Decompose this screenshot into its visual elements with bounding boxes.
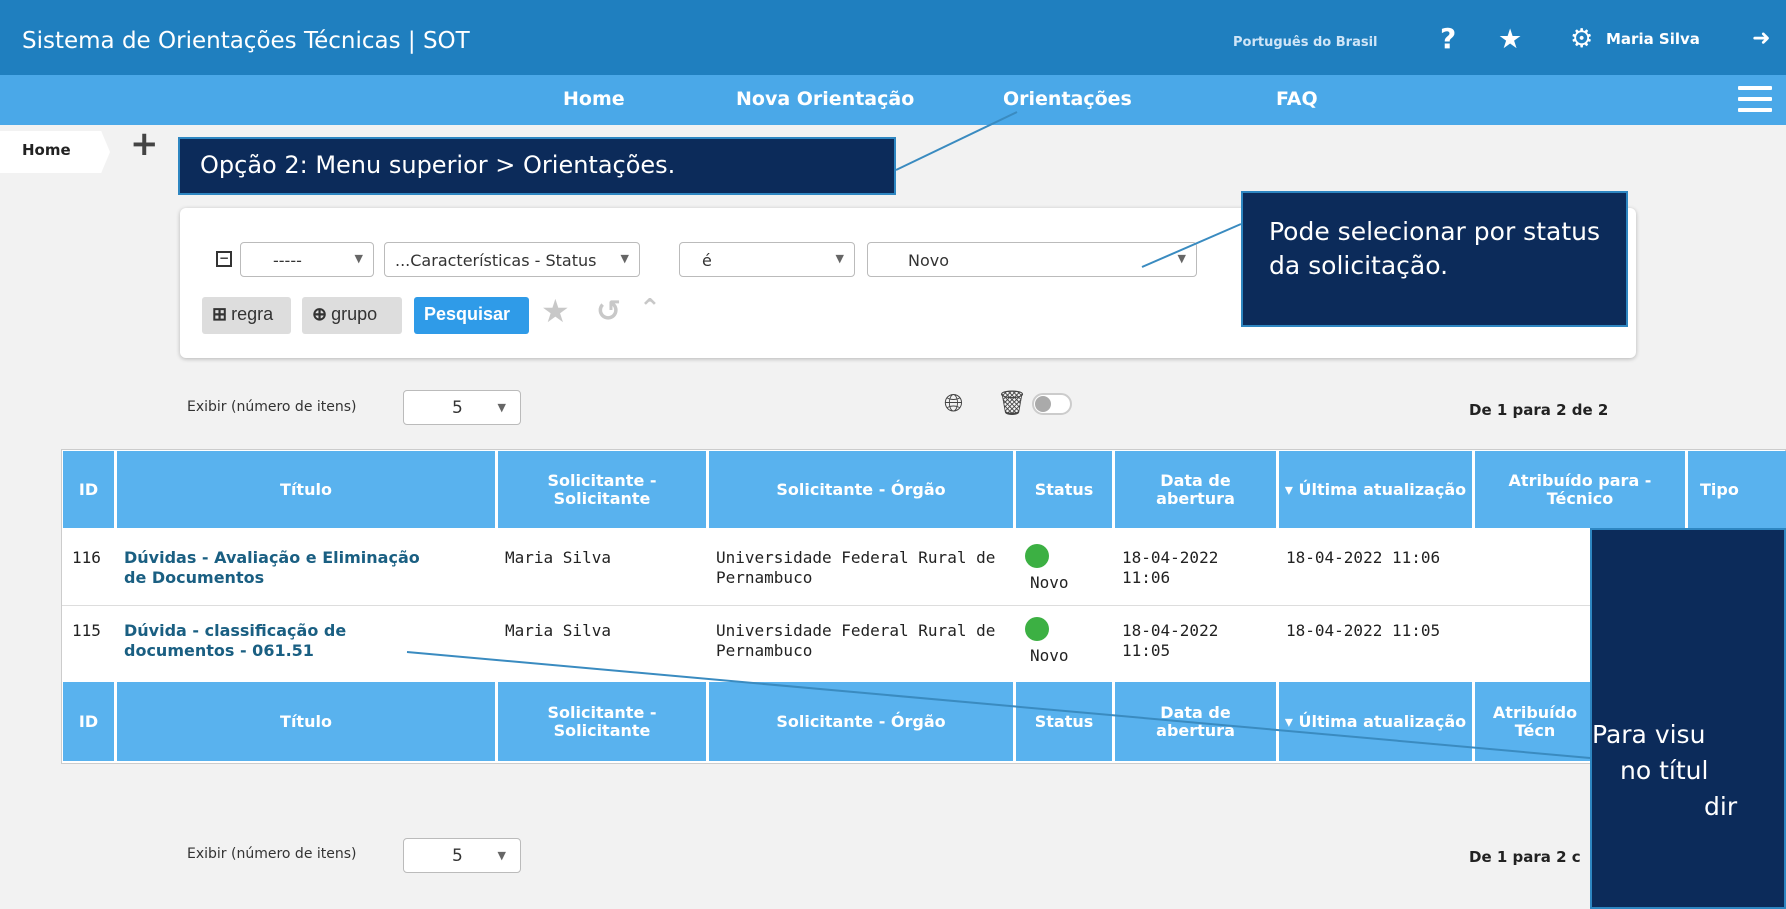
add-rule-button[interactable]: ⊞ regra — [202, 297, 291, 334]
col-footer-title[interactable]: Título — [117, 682, 495, 761]
row-organization-cont: Pernambuco — [716, 641, 813, 660]
col-header-id[interactable]: ID — [63, 451, 114, 528]
row-requester: Maria Silva — [505, 548, 611, 567]
items-per-page-value: 5 — [452, 846, 463, 866]
filter-operator-value: é — [702, 251, 712, 270]
col-footer-opened[interactable]: Data de abertura — [1115, 682, 1276, 761]
favorite-icon[interactable]: ★ — [541, 292, 570, 330]
annotation-line: Para visu — [1592, 720, 1706, 749]
filter-field-value: ...Características - Status — [395, 251, 597, 270]
add-icon[interactable]: + — [130, 124, 159, 164]
status-dot-icon — [1025, 617, 1049, 641]
nav-guidances[interactable]: Orientações — [1003, 88, 1132, 110]
filter-operator-select[interactable]: é ▼ — [679, 242, 855, 277]
row-requester: Maria Silva — [505, 621, 611, 640]
row-status: Novo — [1030, 573, 1069, 592]
row-organization-cont: Pernambuco — [716, 568, 813, 587]
filter-value-text: Novo — [908, 251, 950, 270]
top-bar: Sistema de Orientações Técnicas | SOT Po… — [0, 0, 1786, 75]
col-footer-id[interactable]: ID — [63, 682, 114, 761]
nav-faq[interactable]: FAQ — [1276, 88, 1318, 110]
row-opened-date: 18-04-2022 — [1122, 621, 1219, 640]
plus-square-icon: ⊞ — [212, 304, 228, 324]
plus-circle-icon: ⊕ — [312, 304, 328, 324]
trash-icon[interactable]: 🗑︎ — [997, 389, 1027, 417]
breadcrumb-home[interactable]: Home — [0, 131, 110, 173]
col-header-organization[interactable]: Solicitante - Órgão — [709, 451, 1013, 528]
collapse-icon[interactable]: − — [216, 251, 232, 267]
chevron-down-icon: ▼ — [835, 252, 844, 265]
add-group-button[interactable]: ⊕ grupo — [302, 297, 402, 334]
globe-icon[interactable]: 🌐︎ — [944, 389, 963, 417]
row-opened-date: 18-04-2022 — [1122, 548, 1219, 567]
star-icon[interactable]: ★ — [1498, 24, 1522, 55]
row-title-link-cont[interactable]: de Documentos — [124, 568, 264, 588]
row-title-link[interactable]: Dúvida - classificação de — [124, 621, 346, 641]
nav-bar: Home Nova Orientação Orientações FAQ — [0, 75, 1786, 125]
row-id: 115 — [72, 621, 101, 640]
status-dot-icon — [1025, 544, 1049, 568]
col-footer-updated[interactable]: ▾ Última atualização — [1279, 682, 1472, 761]
reset-icon[interactable]: ↺ — [596, 294, 621, 329]
filter-logic-select[interactable]: ----- ▼ — [240, 242, 374, 277]
chevron-down-icon: ▼ — [354, 252, 363, 265]
annotation-title-click: Para visu no títul dir — [1590, 528, 1786, 909]
row-updated: 18-04-2022 11:06 — [1286, 548, 1441, 567]
filter-logic-value: ----- — [273, 251, 302, 270]
col-header-updated[interactable]: ▾ Última atualização — [1279, 451, 1472, 528]
col-footer-assigned[interactable]: Atribuído Técn — [1475, 682, 1595, 761]
logout-icon[interactable]: ➜ — [1752, 26, 1770, 51]
row-title-link-cont[interactable]: documentos - 061.51 — [124, 641, 314, 661]
annotation-menu-option: Opção 2: Menu superior > Orientações. — [178, 137, 896, 195]
annotation-status-filter: Pode selecionar por status da solicitaçã… — [1241, 191, 1628, 327]
filter-field-select[interactable]: ...Características - Status ▼ — [384, 242, 640, 277]
items-per-page-value: 5 — [452, 398, 463, 418]
annotation-line: dir — [1704, 792, 1738, 821]
filter-value-select[interactable]: Novo ▼ — [867, 242, 1197, 277]
chevron-down-icon: ▼ — [497, 849, 506, 862]
row-organization: Universidade Federal Rural de — [716, 548, 996, 567]
row-title-link[interactable]: Dúvidas - Avaliação e Eliminação — [124, 548, 420, 568]
items-per-page-label: Exibir (número de itens) — [187, 399, 357, 415]
col-header-opened[interactable]: Data de abertura — [1115, 451, 1276, 528]
pagination-info-bottom: De 1 para 2 c — [1469, 848, 1581, 866]
col-footer-status[interactable]: Status — [1016, 682, 1112, 761]
col-header-type[interactable]: Tipo — [1688, 451, 1786, 528]
language-selector[interactable]: Português do Brasil — [1233, 35, 1378, 50]
items-per-page-select-bottom[interactable]: 5 ▼ — [403, 838, 521, 873]
chevron-down-icon: ▼ — [620, 252, 629, 265]
double-chevron-up-icon[interactable]: ⌃ — [639, 294, 661, 324]
row-divider — [62, 605, 1786, 606]
row-opened-time: 11:05 — [1122, 641, 1171, 660]
col-footer-requester[interactable]: Solicitante - Solicitante — [498, 682, 706, 761]
row-updated: 18-04-2022 11:05 — [1286, 621, 1441, 640]
deleted-toggle[interactable] — [1032, 393, 1072, 415]
row-opened-time: 11:06 — [1122, 568, 1171, 587]
chevron-down-icon: ▼ — [497, 401, 506, 414]
pagination-info: De 1 para 2 de 2 — [1469, 401, 1609, 419]
user-name[interactable]: Maria Silva — [1606, 30, 1700, 48]
nav-new-guidance[interactable]: Nova Orientação — [736, 88, 914, 110]
search-button[interactable]: Pesquisar — [414, 297, 529, 334]
items-per-page-select[interactable]: 5 ▼ — [403, 390, 521, 425]
col-header-requester[interactable]: Solicitante - Solicitante — [498, 451, 706, 528]
row-status: Novo — [1030, 646, 1069, 665]
col-header-status[interactable]: Status — [1016, 451, 1112, 528]
help-icon[interactable]: ? — [1440, 22, 1456, 55]
col-footer-organization[interactable]: Solicitante - Órgão — [709, 682, 1013, 761]
col-header-title[interactable]: Título — [117, 451, 495, 528]
app-title: Sistema de Orientações Técnicas | SOT — [22, 28, 470, 54]
items-per-page-label-bottom: Exibir (número de itens) — [187, 846, 357, 862]
gear-icon[interactable]: ⚙ — [1570, 24, 1593, 54]
nav-home[interactable]: Home — [563, 88, 625, 110]
chevron-down-icon: ▼ — [1177, 252, 1186, 265]
row-organization: Universidade Federal Rural de — [716, 621, 996, 640]
row-id: 116 — [72, 548, 101, 567]
annotation-line: no títul — [1620, 756, 1709, 785]
menu-icon[interactable] — [1738, 86, 1772, 112]
col-header-assigned[interactable]: Atribuído para - Técnico — [1475, 451, 1685, 528]
